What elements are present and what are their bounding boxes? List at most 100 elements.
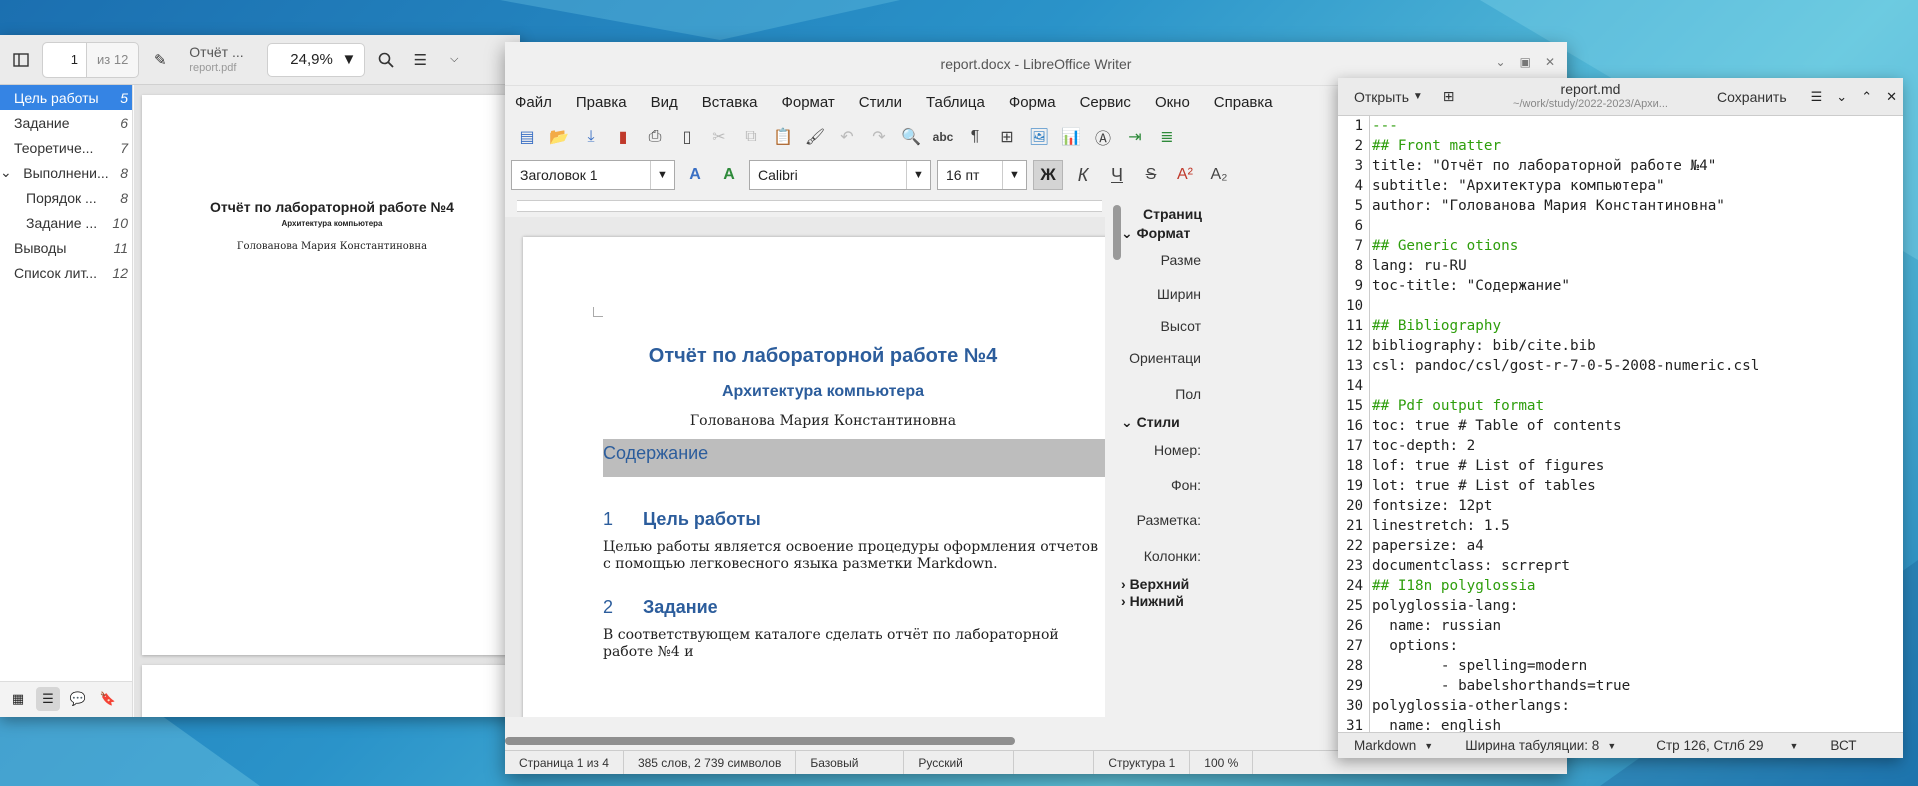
- save-button[interactable]: Сохранить: [1707, 83, 1797, 111]
- menu-item[interactable]: Окно: [1155, 94, 1190, 111]
- menu-item[interactable]: Формат: [781, 94, 834, 111]
- close-icon[interactable]: ✕: [1545, 55, 1555, 69]
- menu-item[interactable]: Файл: [515, 94, 552, 111]
- insert-textbox-icon[interactable]: Ⓐ: [1089, 123, 1117, 151]
- code-line[interactable]: ## Bibliography: [1372, 316, 1903, 336]
- page-selector[interactable]: 1 из 12: [42, 41, 140, 78]
- insert-field-icon[interactable]: ⇥: [1121, 123, 1149, 151]
- outline-item[interactable]: Теоретиче... 7: [0, 135, 132, 160]
- redo-icon[interactable]: ↷: [865, 123, 893, 151]
- minimize-icon[interactable]: ⌄: [1496, 55, 1506, 69]
- outline-item[interactable]: Порядок ... 8: [0, 185, 132, 210]
- code-line[interactable]: polyglossia-lang:: [1372, 596, 1903, 616]
- code-line[interactable]: fontsize: 12pt: [1372, 496, 1903, 516]
- insert-image-icon[interactable]: 🖼: [1025, 123, 1053, 151]
- insert-comment-icon[interactable]: ≣: [1153, 123, 1181, 151]
- word-count[interactable]: 385 слов, 2 739 символов: [624, 751, 797, 774]
- sidebar-header-section[interactable]: › Верхний: [1121, 576, 1189, 592]
- clone-formatting-icon[interactable]: 🖌: [801, 123, 829, 151]
- annotate-pencil-icon[interactable]: ✎: [147, 47, 173, 73]
- menu-item[interactable]: Правка: [576, 94, 627, 111]
- menu-item[interactable]: Форма: [1009, 94, 1056, 111]
- chevron-down-icon[interactable]: ▼: [906, 161, 930, 189]
- horizontal-scrollbar[interactable]: [505, 737, 1105, 745]
- annotations-icon[interactable]: 💬: [66, 687, 90, 711]
- code-line[interactable]: subtitle: "Архитектура компьютера": [1372, 176, 1903, 196]
- thumbnails-icon[interactable]: ▦: [6, 687, 30, 711]
- font-name-combo[interactable]: Calibri ▼: [749, 160, 931, 190]
- sidebar-page-tab[interactable]: Страниц: [1143, 206, 1202, 222]
- document-page[interactable]: Отчёт по лабораторной работе №4 Архитект…: [523, 237, 1105, 717]
- code-line[interactable]: papersize: a4: [1372, 536, 1903, 556]
- chevron-down-icon[interactable]: ⌄: [1836, 89, 1847, 105]
- close-icon[interactable]: ✕: [1886, 89, 1897, 105]
- code-line[interactable]: documentclass: scrreprt: [1372, 556, 1903, 576]
- code-line[interactable]: title: "Отчёт по лабораторной работе №4": [1372, 156, 1903, 176]
- sidebar-format-section[interactable]: ⌄ Формат: [1121, 225, 1190, 242]
- paste-icon[interactable]: 📋: [769, 123, 797, 151]
- code-line[interactable]: lot: true # List of tables: [1372, 476, 1903, 496]
- horizontal-ruler[interactable]: [517, 200, 1102, 212]
- menu-item[interactable]: Стили: [859, 94, 902, 111]
- menu-icon[interactable]: ☰: [407, 47, 433, 73]
- code-line[interactable]: - babelshorthands=true: [1372, 676, 1903, 696]
- doc-subtitle[interactable]: Архитектура компьютера: [523, 383, 1105, 401]
- menu-icon[interactable]: ☰: [1811, 89, 1823, 105]
- font-size-combo[interactable]: 16 пт ▼: [937, 160, 1027, 190]
- print-preview-icon[interactable]: ▯: [673, 123, 701, 151]
- open-button[interactable]: Открыть ▼: [1344, 83, 1433, 111]
- code-line[interactable]: ## Generic otions: [1372, 236, 1903, 256]
- outline-item[interactable]: ⌄ Выполнени... 8: [0, 160, 132, 185]
- outline-item[interactable]: Задание ... 10: [0, 210, 132, 235]
- heading-1[interactable]: 1 Цель работы: [603, 509, 761, 530]
- menu-item[interactable]: Таблица: [926, 94, 985, 111]
- outline-item[interactable]: Выводы 11: [0, 235, 132, 260]
- code-line[interactable]: toc-title: "Содержание": [1372, 276, 1903, 296]
- sidebar-styles-section[interactable]: ⌄ Стили: [1121, 414, 1180, 431]
- paragraph[interactable]: Целью работы является освоение процедуры…: [603, 539, 1103, 573]
- open-folder-icon[interactable]: 📂: [545, 123, 573, 151]
- new-style-icon[interactable]: A: [715, 161, 743, 189]
- bold-button[interactable]: Ж: [1033, 160, 1063, 190]
- cut-icon[interactable]: ✂: [705, 123, 733, 151]
- save-icon[interactable]: ⤓: [577, 123, 605, 151]
- code-line[interactable]: author: "Голованова Мария Константиновна…: [1372, 196, 1903, 216]
- cursor-position[interactable]: Стр 126, Стлб 29 ▼: [1640, 738, 1814, 753]
- document-canvas[interactable]: Отчёт по лабораторной работе №4 Архитект…: [505, 217, 1105, 717]
- outline-item[interactable]: Список лит... 12: [0, 260, 132, 285]
- menu-item[interactable]: Справка: [1214, 94, 1273, 111]
- search-icon[interactable]: [373, 47, 399, 73]
- outline-icon[interactable]: ☰: [36, 687, 60, 711]
- menu-item[interactable]: Вид: [651, 94, 678, 111]
- code-line[interactable]: - spelling=modern: [1372, 656, 1903, 676]
- expander-chevron-icon[interactable]: ⌄: [0, 164, 12, 181]
- code-line[interactable]: csl: pandoc/csl/gost-r-7-0-5-2008-numeri…: [1372, 356, 1903, 376]
- bookmark-icon[interactable]: 🔖: [96, 687, 120, 711]
- insert-mode[interactable]: ВСТ: [1814, 738, 1872, 753]
- chevron-down-icon[interactable]: ⌵: [441, 47, 467, 73]
- insert-mode-status[interactable]: [1014, 751, 1095, 774]
- code-line[interactable]: toc-depth: 2: [1372, 436, 1903, 456]
- code-line[interactable]: name: english: [1372, 716, 1903, 732]
- formatting-marks-icon[interactable]: ¶: [961, 123, 989, 151]
- outline-item[interactable]: Цель работы 5: [0, 85, 132, 110]
- export-pdf-icon[interactable]: ▮: [609, 123, 637, 151]
- code-line[interactable]: [1372, 296, 1903, 316]
- update-style-icon[interactable]: A: [681, 161, 709, 189]
- doc-title[interactable]: Отчёт по лабораторной работе №4: [523, 345, 1105, 368]
- subscript-icon[interactable]: A₂: [1205, 161, 1233, 189]
- code-line[interactable]: options:: [1372, 636, 1903, 656]
- code-line[interactable]: ---: [1372, 116, 1903, 136]
- editor-text-area[interactable]: 1 2 3 4 5 6 7 8 9 10 11 12 13 14 15 16 17 18 19 20 21 22 23 24 2…: [1338, 116, 1903, 732]
- page-status[interactable]: Страница 1 из 4: [505, 751, 624, 774]
- insert-chart-icon[interactable]: 📊: [1057, 123, 1085, 151]
- menu-item[interactable]: Сервис: [1080, 94, 1131, 111]
- code-line[interactable]: name: russian: [1372, 616, 1903, 636]
- pdf-pages-area[interactable]: Отчёт по лабораторной работе №4 Архитект…: [134, 85, 520, 717]
- undo-icon[interactable]: ↶: [833, 123, 861, 151]
- code-line[interactable]: ## Front matter: [1372, 136, 1903, 156]
- new-tab-icon[interactable]: ⊞: [1433, 83, 1465, 111]
- print-icon[interactable]: ⎙: [641, 123, 669, 151]
- code-content[interactable]: --- ## Front matter title: "Отчёт по лабор…: [1372, 116, 1903, 732]
- language-select[interactable]: Markdown ▼: [1338, 738, 1449, 753]
